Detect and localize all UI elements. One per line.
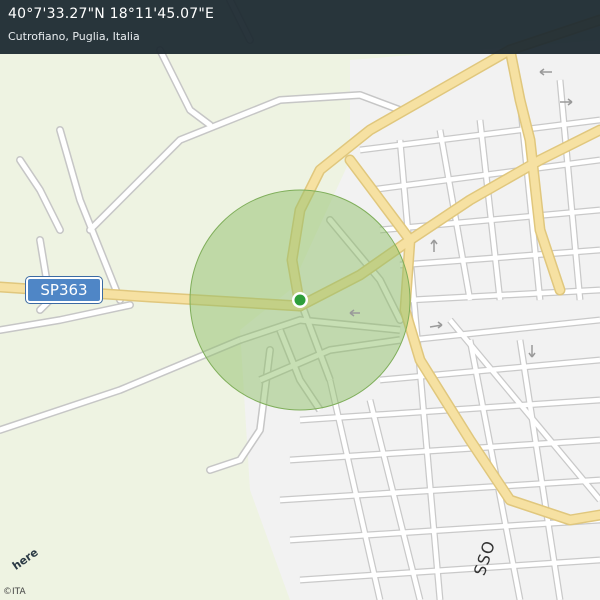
location-marker[interactable] xyxy=(294,294,306,306)
place-name-text: Cutrofiano, Puglia, Italia xyxy=(8,30,140,43)
road-shield-sp363: SP363 xyxy=(26,277,102,303)
location-info-header: 40°7'33.27"N 18°11'45.07"E Cutrofiano, P… xyxy=(0,0,600,54)
copyright-text: ©ITA xyxy=(3,587,26,597)
coordinates-text: 40°7'33.27"N 18°11'45.07"E xyxy=(8,6,215,22)
